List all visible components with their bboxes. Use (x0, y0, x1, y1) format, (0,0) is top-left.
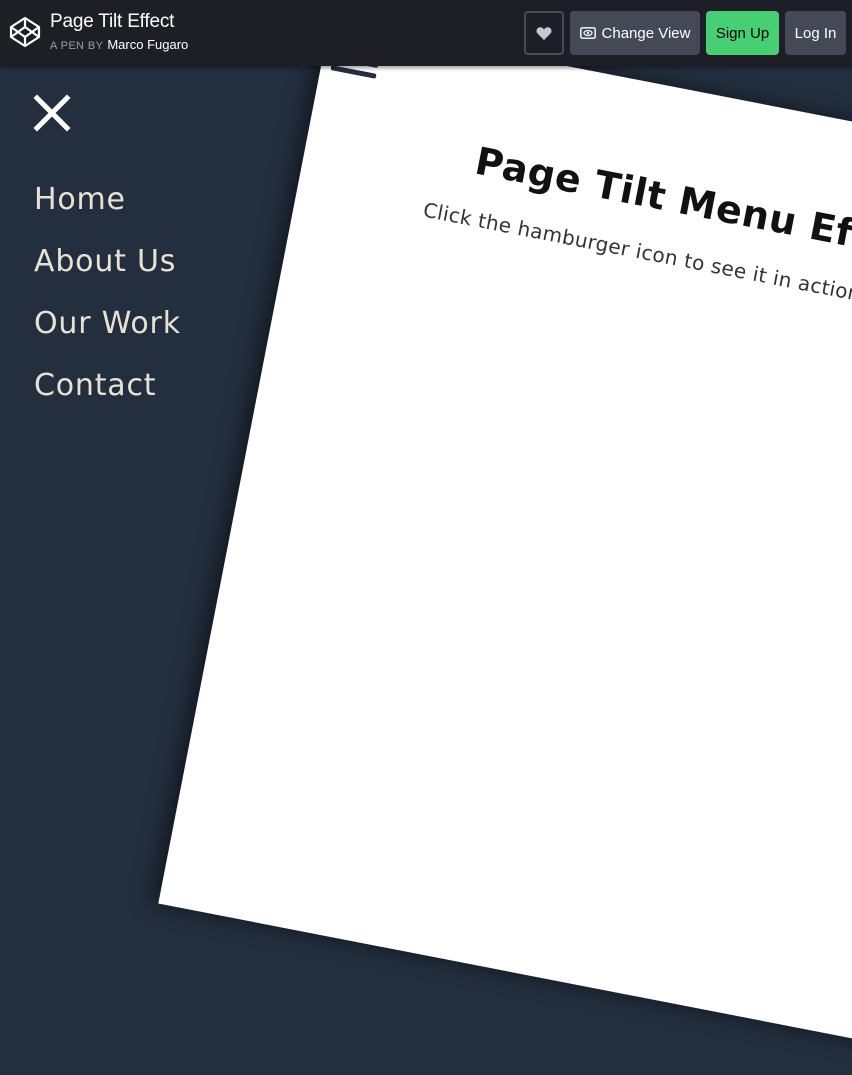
change-view-button[interactable]: Change View (570, 11, 700, 55)
sign-up-button[interactable]: Sign Up (706, 11, 779, 55)
pen-title: Page Tilt Effect (50, 11, 175, 32)
author-link[interactable]: Marco Fugaro (107, 37, 188, 52)
byline-prefix: A PEN BY (50, 40, 104, 52)
log-in-button[interactable]: Log In (785, 11, 846, 55)
top-bar: Page Tilt Effect A PEN BY Marco Fugaro Ch… (0, 0, 852, 66)
menu-item-our-work[interactable]: Our Work (34, 306, 181, 341)
eye-icon (579, 27, 596, 39)
menu-item-home[interactable]: Home (34, 182, 126, 217)
change-view-label: Change View (601, 24, 691, 42)
menu-item-contact[interactable]: Contact (34, 368, 156, 403)
heart-button[interactable] (524, 11, 564, 55)
pen-byline: A PEN BY Marco Fugaro (50, 36, 188, 54)
menu-item-about-us[interactable]: About Us (34, 244, 176, 279)
side-menu: Home About Us Our Work Contact (0, 66, 330, 640)
codepen-logo-icon[interactable] (9, 16, 41, 48)
close-icon[interactable] (33, 94, 71, 132)
heart-icon (536, 26, 552, 40)
